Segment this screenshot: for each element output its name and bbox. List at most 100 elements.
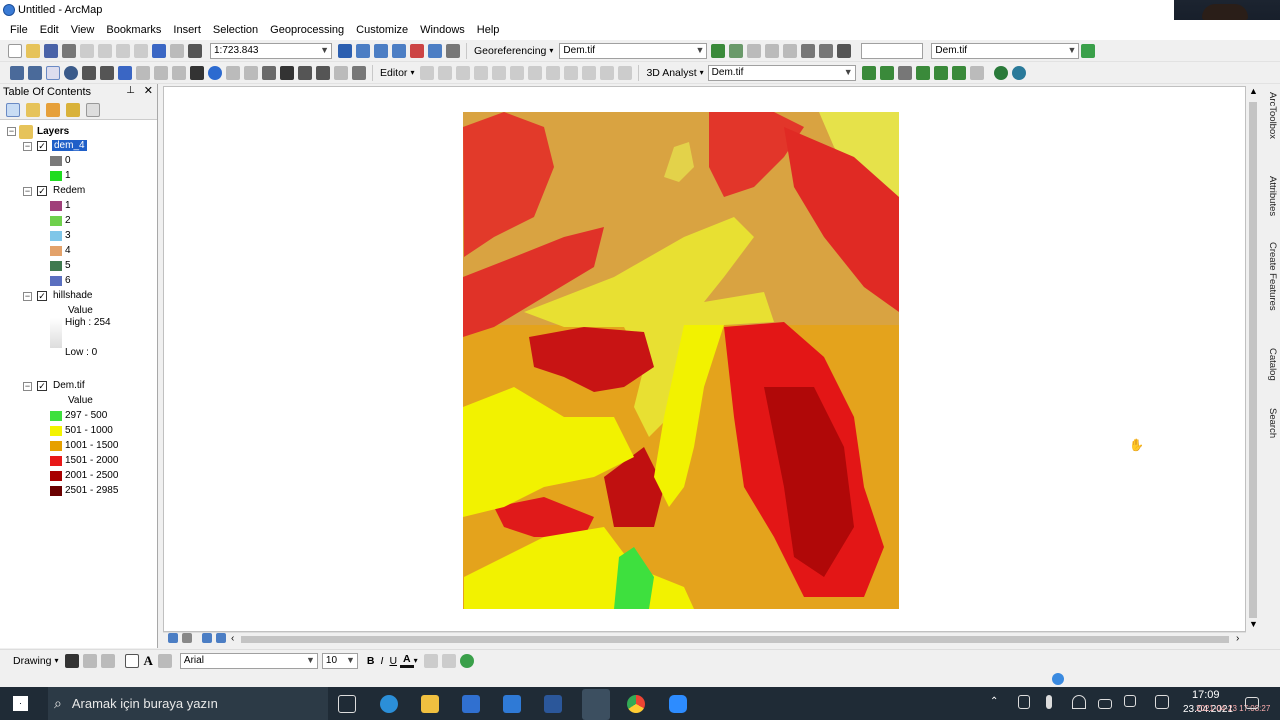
collapse-icon[interactable]: − <box>23 292 32 301</box>
editor-toolbar-icon[interactable] <box>338 43 352 58</box>
profile-graph-icon[interactable] <box>969 65 984 80</box>
clear-selection-icon[interactable] <box>172 65 186 80</box>
volume-icon[interactable] <box>1124 695 1136 707</box>
layers-root[interactable]: Layers <box>37 126 69 137</box>
menu-file[interactable]: File <box>4 24 34 36</box>
python-window-icon[interactable] <box>428 43 442 58</box>
table-of-contents-icon[interactable] <box>356 43 370 58</box>
battery-icon[interactable] <box>1098 699 1112 709</box>
view-link-table-icon[interactable] <box>801 43 816 58</box>
3d-analyst-menu[interactable]: 3D Analyst <box>643 67 699 79</box>
vertical-scrollbar[interactable]: ▲ ▼ <box>1246 86 1260 632</box>
list-by-selection-icon[interactable] <box>66 102 80 117</box>
open-folder-icon[interactable] <box>26 43 40 58</box>
edge-icon[interactable] <box>380 695 398 713</box>
menu-insert[interactable]: Insert <box>167 24 207 36</box>
new-document-icon[interactable] <box>8 43 22 58</box>
straight-segment-icon[interactable] <box>438 65 453 80</box>
full-extent-icon[interactable] <box>64 65 78 80</box>
select-elements-icon[interactable] <box>190 65 204 80</box>
arcglobe-icon[interactable] <box>1011 65 1026 80</box>
trace-icon[interactable] <box>456 65 471 80</box>
mail-icon[interactable] <box>503 695 521 713</box>
shift-icon[interactable] <box>747 43 762 58</box>
data-view-icon[interactable] <box>168 633 178 643</box>
attributes-icon[interactable] <box>582 65 597 80</box>
text-tool-icon[interactable]: A <box>141 653 156 669</box>
sketch-properties-icon[interactable] <box>600 65 615 80</box>
tab-catalog[interactable]: Catalog <box>1264 348 1278 381</box>
hscroll-thumb[interactable] <box>241 636 1229 643</box>
point-icon[interactable] <box>474 65 489 80</box>
interpolate-polygon-icon[interactable] <box>951 65 966 80</box>
create-features-icon[interactable] <box>618 65 633 80</box>
layer-visibility-checkbox[interactable]: ✓ <box>37 291 47 301</box>
go-to-xy-icon[interactable] <box>316 65 330 80</box>
swipe-icon[interactable] <box>1081 43 1096 58</box>
word-icon[interactable] <box>544 695 562 713</box>
create-viewer-icon[interactable] <box>352 65 366 80</box>
list-by-visibility-icon[interactable] <box>46 102 60 117</box>
device-icon[interactable] <box>1018 695 1030 709</box>
rotate-feature-icon[interactable] <box>564 65 579 80</box>
search-window-icon[interactable] <box>392 43 406 58</box>
scroll-down-icon[interactable]: ▼ <box>1249 619 1258 629</box>
editor-menu[interactable]: Editor <box>377 67 410 79</box>
scroll-right-icon[interactable]: › <box>1236 633 1239 644</box>
cut-polygons-icon[interactable] <box>528 65 543 80</box>
back-icon[interactable] <box>118 65 132 80</box>
pan-hand-icon[interactable] <box>46 65 60 80</box>
rotate-icon[interactable] <box>729 43 744 58</box>
italic-button[interactable]: I <box>378 655 387 667</box>
split-icon[interactable] <box>546 65 561 80</box>
menu-customize[interactable]: Customize <box>350 24 414 36</box>
zoom-in-icon[interactable] <box>10 65 24 80</box>
layer-visibility-checkbox[interactable]: ✓ <box>37 141 47 151</box>
fixed-zoom-in-icon[interactable] <box>82 65 96 80</box>
layer-name-redem[interactable]: Redem <box>53 185 85 196</box>
edit-tool-icon[interactable] <box>420 65 435 80</box>
menu-selection[interactable]: Selection <box>207 24 264 36</box>
measure-icon[interactable] <box>262 65 276 80</box>
identify-icon[interactable] <box>208 65 222 80</box>
refresh-icon[interactable] <box>202 633 212 643</box>
scroll-thumb[interactable] <box>1249 102 1257 618</box>
options-icon[interactable] <box>86 102 100 117</box>
hyperlink-icon[interactable] <box>226 65 240 80</box>
pin-icon[interactable]: ⊥ <box>126 85 135 96</box>
tab-attributes[interactable]: Attributes <box>1264 176 1278 216</box>
select-elements-icon[interactable] <box>64 653 79 668</box>
store-icon[interactable] <box>462 695 480 713</box>
layer-combo[interactable]: Dem.tif ▼ <box>931 42 1080 59</box>
collapse-icon[interactable]: − <box>23 382 32 391</box>
task-view-icon[interactable] <box>338 695 356 713</box>
menu-windows[interactable]: Windows <box>414 24 471 36</box>
taskbar-search-box[interactable]: ⌕ Aramak için buraya yazın <box>48 687 328 720</box>
scroll-up-icon[interactable]: ▲ <box>1249 86 1258 96</box>
arcscene-icon[interactable] <box>993 65 1008 80</box>
scale-combo[interactable]: 1:723.843 ▼ <box>210 42 332 59</box>
zoom-to-element-icon[interactable] <box>100 653 115 668</box>
save-icon[interactable] <box>44 43 58 58</box>
steepest-path-icon[interactable] <box>879 65 894 80</box>
bold-button[interactable]: B <box>364 655 378 667</box>
horizontal-scrollbar[interactable]: ‹ › <box>163 632 1246 646</box>
blank-combo[interactable] <box>861 42 924 59</box>
chrome-icon[interactable] <box>627 695 645 713</box>
menu-bookmarks[interactable]: Bookmarks <box>100 24 167 36</box>
map-display[interactable]: ✋ <box>163 86 1246 632</box>
drawing-menu[interactable]: Drawing <box>10 655 55 667</box>
cut-icon[interactable] <box>80 43 94 58</box>
layer-visibility-checkbox[interactable]: ✓ <box>37 186 47 196</box>
layer-name-dem4[interactable]: dem_4 <box>52 140 87 151</box>
zoom-out-icon[interactable] <box>28 65 42 80</box>
forward-icon[interactable] <box>136 65 150 80</box>
add-data-icon[interactable] <box>188 43 202 58</box>
delete-icon[interactable] <box>134 43 148 58</box>
arctoolbox-icon[interactable] <box>410 43 424 58</box>
marker-color-icon[interactable] <box>459 653 474 668</box>
rectangle-icon[interactable] <box>124 653 139 668</box>
windows-start-icon[interactable] <box>13 696 28 711</box>
undo-icon[interactable] <box>152 43 166 58</box>
font-color-button[interactable]: A <box>400 653 414 668</box>
